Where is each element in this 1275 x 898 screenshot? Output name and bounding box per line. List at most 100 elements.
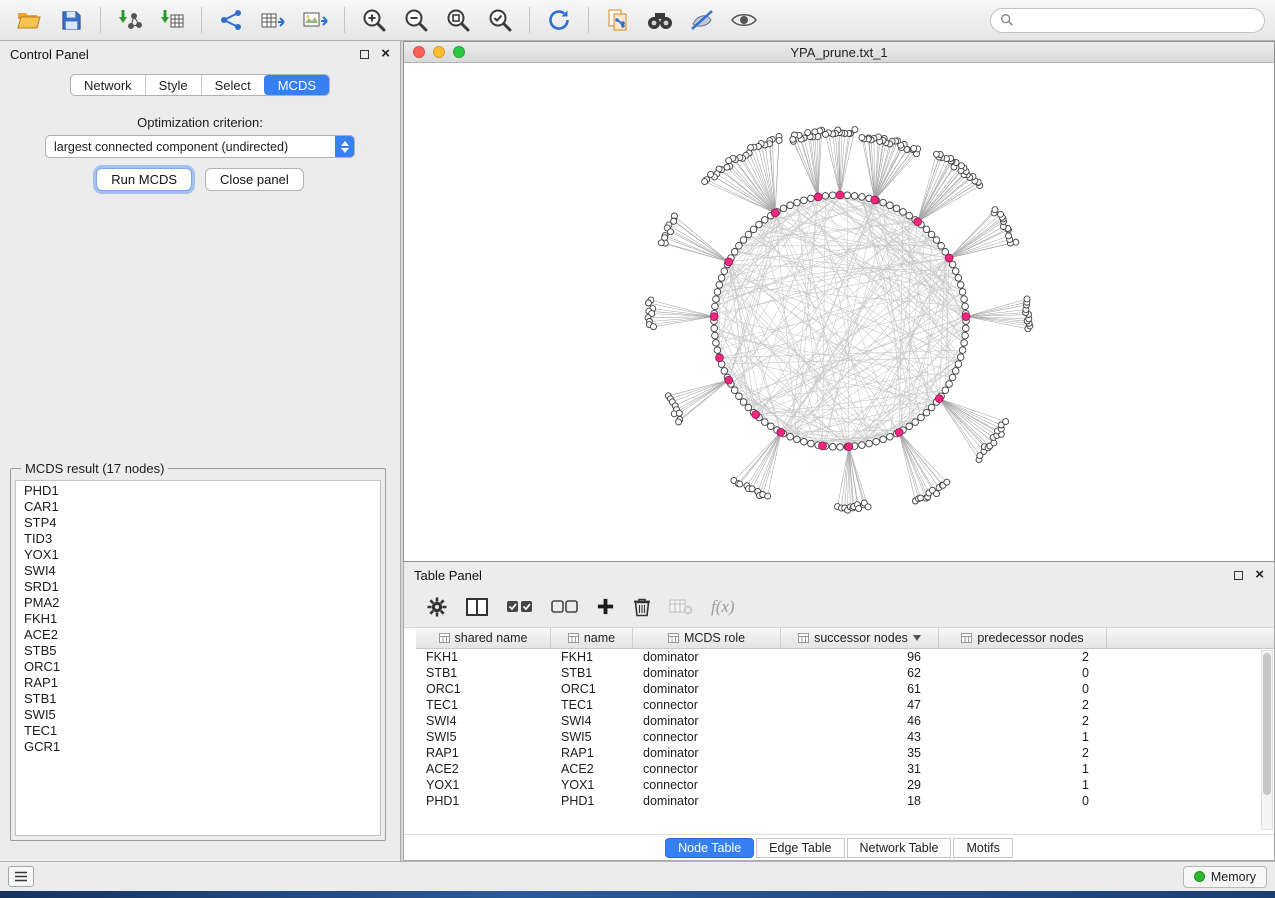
memory-button[interactable]: Memory [1183,866,1267,888]
open-file-button[interactable] [10,4,48,36]
delete-column-icon[interactable] [633,597,651,617]
mcds-result-item[interactable]: STP4 [16,515,380,531]
column-header-shared-name[interactable]: shared name [416,628,551,648]
first-neighbors-button[interactable] [641,4,679,36]
mcds-result-item[interactable]: SWI4 [16,563,380,579]
cell-predecessors: 1 [939,778,1107,792]
float-table-panel-icon[interactable] [1234,571,1243,580]
search-input[interactable] [1020,13,1255,27]
cell-successors: 29 [781,778,939,792]
table-row[interactable]: STB1STB1dominator620 [416,665,1274,681]
zoom-out-button[interactable] [397,4,435,36]
cell-successors: 47 [781,698,939,712]
deselect-all-icon[interactable] [551,597,578,617]
hide-selected-button[interactable] [683,4,721,36]
column-type-icon [961,633,972,643]
network-canvas[interactable] [404,63,1274,561]
cell-predecessors: 1 [939,730,1107,744]
column-header-successor-nodes[interactable]: successor nodes [781,628,939,648]
clone-network-button[interactable] [599,4,637,36]
table-row[interactable]: RAP1RAP1dominator352 [416,745,1274,761]
table-row[interactable]: ACE2ACE2connector311 [416,761,1274,777]
tab-edge-table[interactable]: Edge Table [756,838,844,858]
show-columns-icon[interactable] [466,597,488,617]
maximize-window-icon[interactable] [453,46,465,58]
export-table-button[interactable] [254,4,292,36]
save-session-button[interactable] [52,4,90,36]
mcds-result-item[interactable]: PHD1 [16,483,380,499]
mcds-result-item[interactable]: RAP1 [16,675,380,691]
table-scrollbar[interactable] [1261,650,1273,830]
tab-select[interactable]: Select [201,75,264,95]
tab-mcds[interactable]: MCDS [264,75,329,95]
import-table-icon [159,8,185,32]
scrollbar-thumb[interactable] [1263,653,1271,795]
table-row[interactable]: PHD1PHD1dominator180 [416,793,1274,809]
search-icon [1000,13,1014,27]
show-hidden-button[interactable] [725,4,763,36]
mcds-result-group: MCDS result (17 nodes) PHD1CAR1STP4TID3Y… [10,461,386,841]
import-network-button[interactable] [111,4,149,36]
refresh-view-button[interactable] [540,4,578,36]
tab-style[interactable]: Style [145,75,201,95]
mcds-result-item[interactable]: STB5 [16,643,380,659]
close-panel-button[interactable]: Close panel [205,168,304,191]
select-all-icon[interactable] [506,597,533,617]
network-title-bar[interactable]: YPA_prune.txt_1 [404,42,1274,63]
table-row[interactable]: FKH1FKH1dominator962 [416,649,1274,665]
table-row[interactable]: SWI4SWI4dominator462 [416,713,1274,729]
table-row[interactable]: YOX1YOX1connector291 [416,777,1274,793]
table-settings-gear-icon[interactable] [426,596,448,618]
zoom-selected-button[interactable] [481,4,519,36]
node-table-body: FKH1FKH1dominator962STB1STB1dominator620… [404,649,1274,809]
zoom-fit-icon [445,7,471,33]
tab-motifs[interactable]: Motifs [953,838,1012,858]
export-network-button[interactable] [212,4,250,36]
mcds-result-item[interactable]: GCR1 [16,739,380,755]
mcds-result-list[interactable]: PHD1CAR1STP4TID3YOX1SWI4SRD1PMA2FKH1ACE2… [15,480,381,836]
mcds-result-item[interactable]: ORC1 [16,659,380,675]
table-row[interactable]: SWI5SWI5connector431 [416,729,1274,745]
table-panel-title: Table Panel [414,568,482,583]
criterion-dropdown[interactable]: largest connected component (undirected) [45,135,355,158]
close-panel-icon[interactable]: × [381,49,390,59]
cell-role: dominator [633,714,781,728]
export-network-icon [219,8,243,32]
status-menu-button[interactable] [8,866,34,887]
add-column-icon[interactable] [596,597,615,616]
binoculars-icon [646,9,674,31]
mcds-result-item[interactable]: SWI5 [16,707,380,723]
mcds-result-item[interactable]: TID3 [16,531,380,547]
tab-network-table[interactable]: Network Table [847,838,952,858]
mcds-result-item[interactable]: CAR1 [16,499,380,515]
zoom-in-button[interactable] [355,4,393,36]
close-table-panel-icon[interactable]: × [1255,570,1264,580]
mcds-result-item[interactable]: FKH1 [16,611,380,627]
column-header-name[interactable]: name [551,628,633,648]
zoom-fit-button[interactable] [439,4,477,36]
close-window-icon[interactable] [413,46,425,58]
mcds-result-item[interactable]: YOX1 [16,547,380,563]
tab-network[interactable]: Network [71,75,145,95]
node-table-header-row: shared namenameMCDS rolesuccessor nodesp… [416,628,1274,649]
table-row[interactable]: TEC1TEC1connector472 [416,697,1274,713]
cell-successors: 62 [781,666,939,680]
tab-node-table[interactable]: Node Table [665,838,754,858]
minimize-window-icon[interactable] [433,46,445,58]
float-panel-icon[interactable] [360,50,369,59]
mcds-result-item[interactable]: STB1 [16,691,380,707]
run-mcds-button[interactable]: Run MCDS [96,168,192,191]
mcds-result-item[interactable]: PMA2 [16,595,380,611]
search-box[interactable] [990,8,1265,33]
mcds-result-item[interactable]: ACE2 [16,627,380,643]
mcds-result-item[interactable]: TEC1 [16,723,380,739]
refresh-icon [546,7,572,33]
import-table-button[interactable] [153,4,191,36]
column-header-MCDS-role[interactable]: MCDS role [633,628,781,648]
mcds-result-item[interactable]: SRD1 [16,579,380,595]
table-panel-tabs: Node TableEdge TableNetwork TableMotifs [404,834,1274,860]
column-header-predecessor-nodes[interactable]: predecessor nodes [939,628,1107,648]
export-image-button[interactable] [296,4,334,36]
cell-name: RAP1 [551,746,633,760]
table-row[interactable]: ORC1ORC1dominator610 [416,681,1274,697]
